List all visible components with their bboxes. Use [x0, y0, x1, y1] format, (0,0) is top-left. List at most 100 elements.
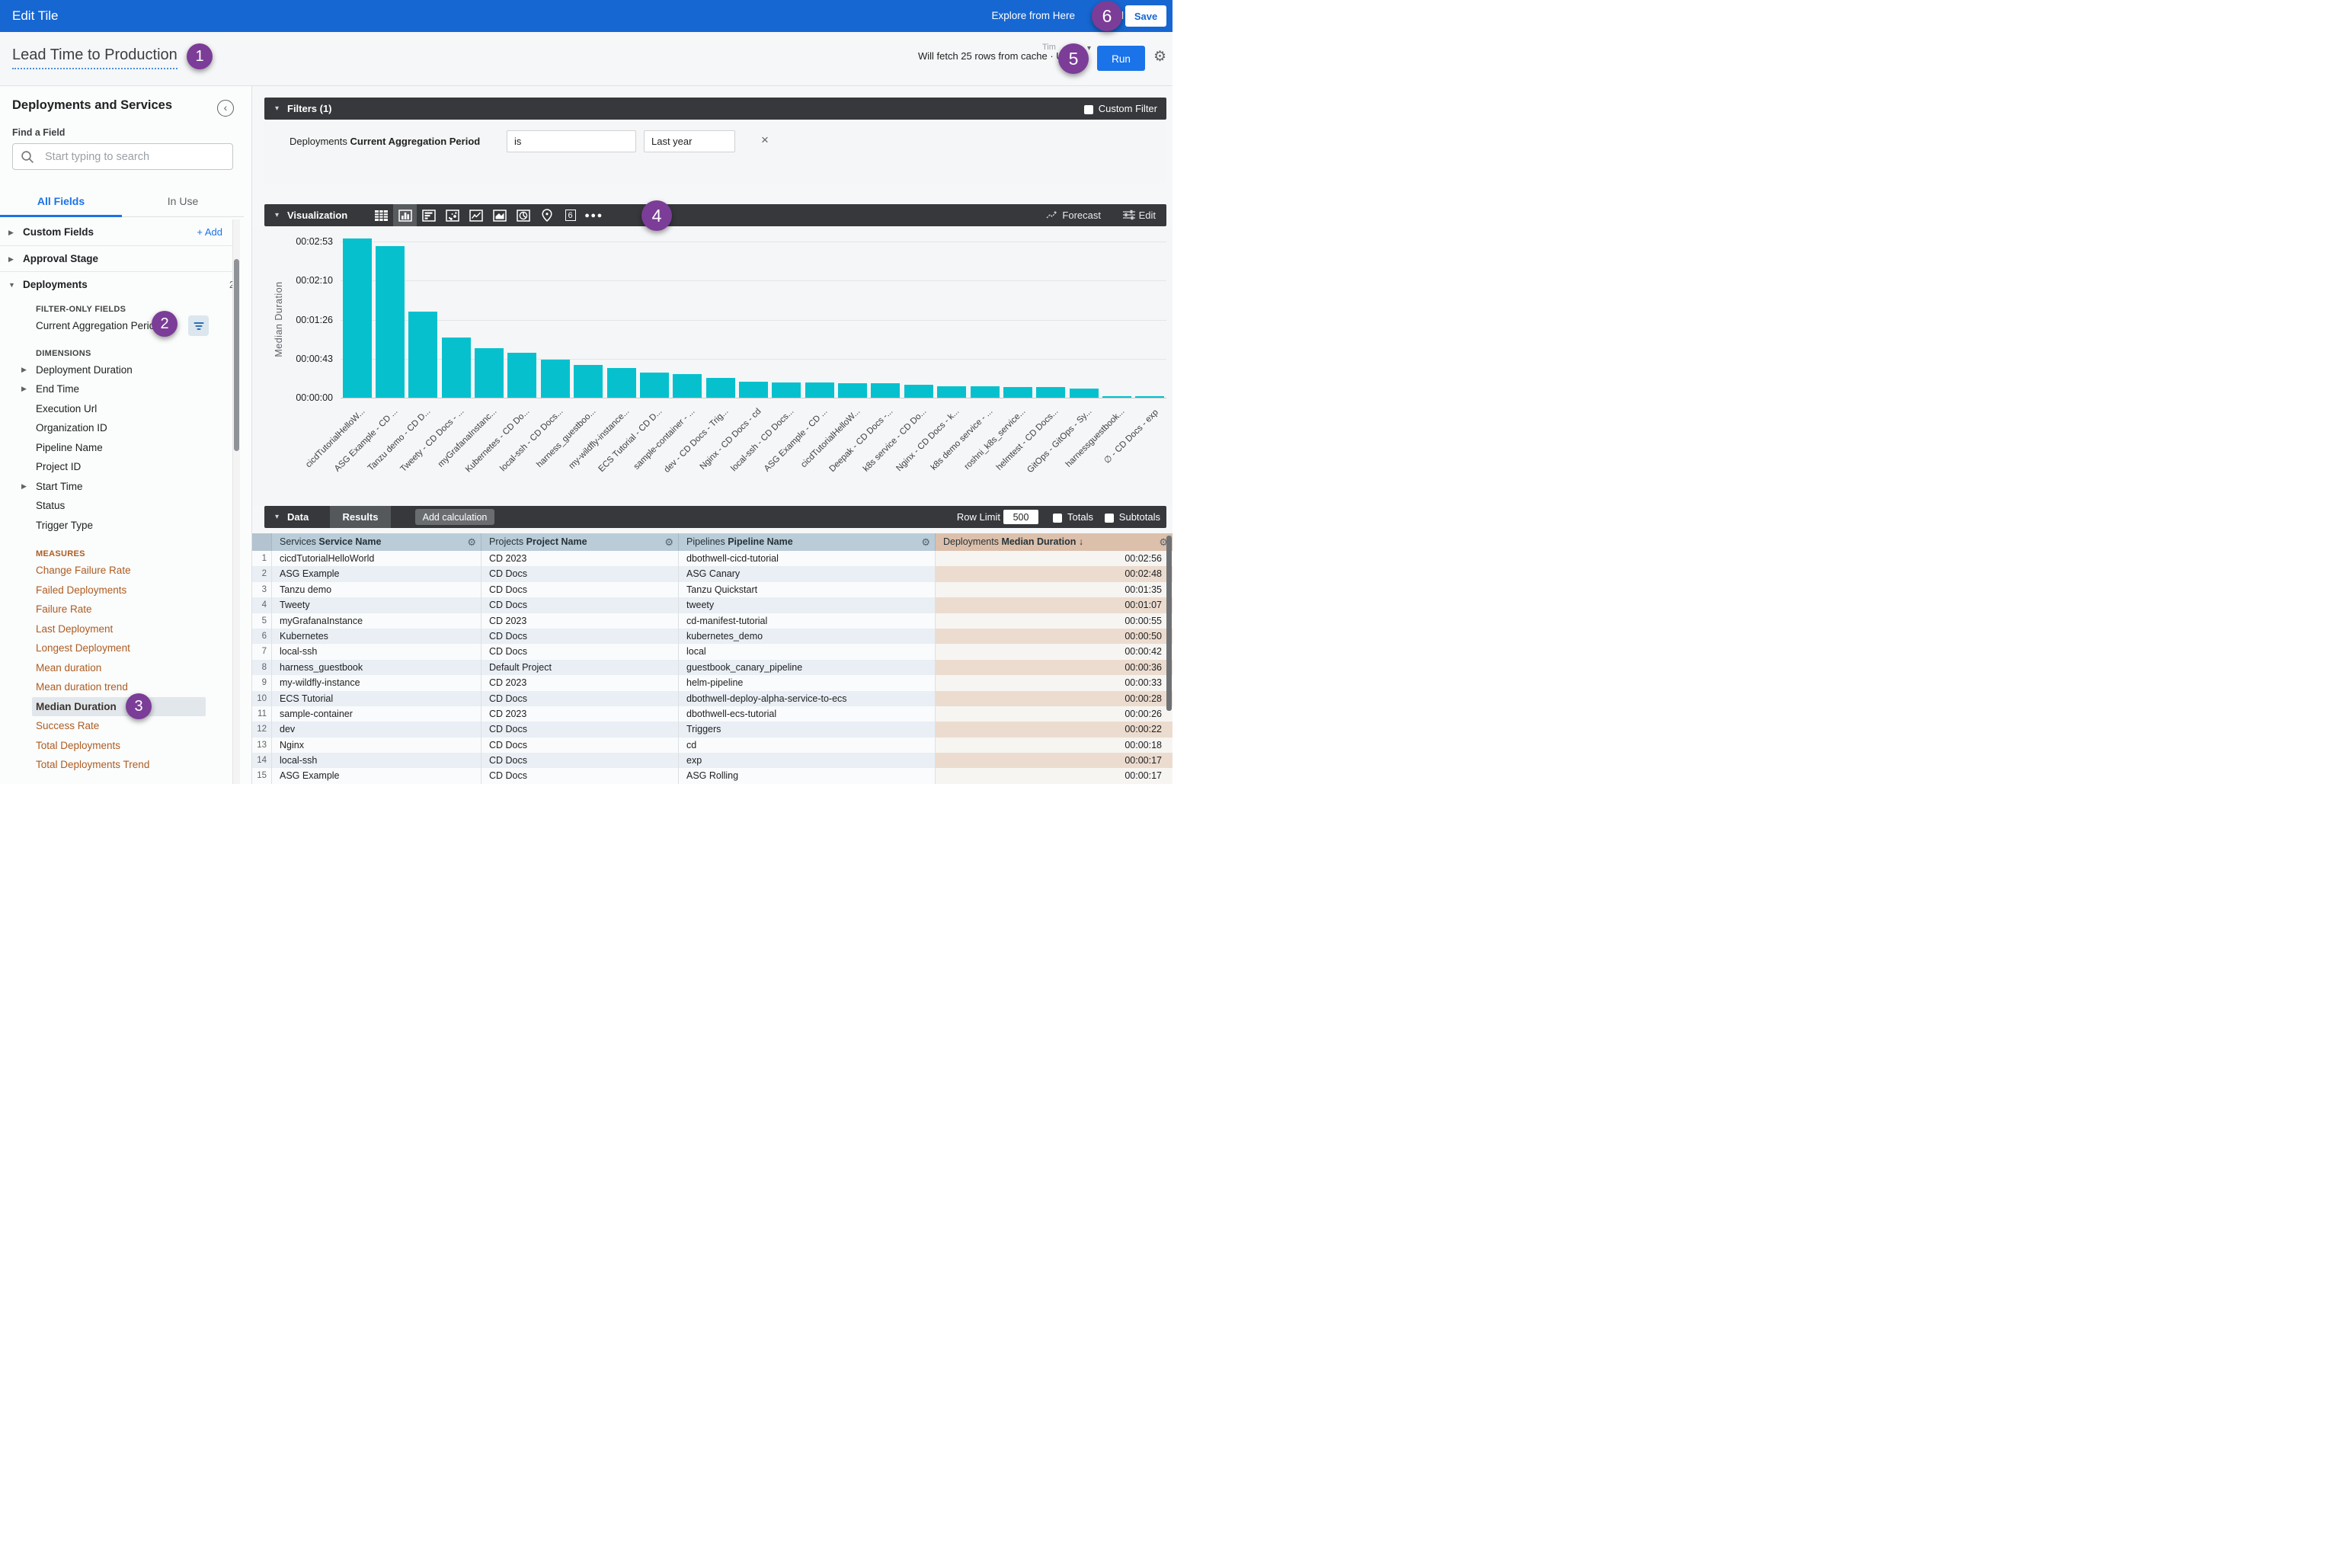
data-collapse-caret-icon[interactable]: ▾: [275, 506, 279, 528]
viz-pie-chart-icon[interactable]: [511, 204, 535, 226]
field-item-failed-deployments[interactable]: Failed Deployments: [0, 581, 233, 600]
field-item-organization-id[interactable]: Organization ID: [0, 418, 233, 438]
tab-all-fields[interactable]: All Fields: [0, 187, 122, 216]
results-tab[interactable]: Results: [330, 506, 391, 528]
custom-filter-toggle[interactable]: Custom Filter: [1084, 98, 1157, 120]
field-item-pipeline-name[interactable]: Pipeline Name: [0, 438, 233, 458]
caret-right-icon[interactable]: ▶: [8, 246, 14, 272]
field-item-median-duration[interactable]: Median Duration: [0, 697, 233, 717]
bar-nginx-cd-docs-k[interactable]: [937, 386, 966, 398]
bar-k8s-service-cd-do[interactable]: [904, 385, 933, 398]
filter-value-input[interactable]: [644, 130, 735, 152]
explore-from-here-link[interactable]: Explore from Here: [991, 0, 1075, 32]
bar-roshni-k8s-service[interactable]: [1003, 387, 1032, 398]
column-gear-icon[interactable]: ⚙: [921, 533, 930, 551]
bar-local-ssh-cd-docs[interactable]: [772, 382, 801, 398]
bar-ecs-tutorial-cd-d[interactable]: [640, 373, 669, 398]
bar-harness-guestboo[interactable]: [574, 365, 603, 398]
bar-gitops-gitops-sy[interactable]: [1070, 389, 1099, 398]
bar-dev-cd-docs-trig[interactable]: [706, 378, 735, 398]
settings-gear-icon[interactable]: ⚙: [1153, 48, 1166, 66]
field-item-mean-duration[interactable]: Mean duration: [0, 658, 233, 678]
field-item-mean-duration-trend[interactable]: Mean duration trend: [0, 677, 233, 697]
column-header-project-name[interactable]: Projects Project Name⚙: [481, 533, 679, 551]
filter-operator-input[interactable]: [507, 130, 636, 152]
viz-single-value-icon[interactable]: 6: [558, 204, 582, 226]
field-item-execution-url[interactable]: Execution Url: [0, 399, 233, 419]
field-item-failure-rate[interactable]: Failure Rate: [0, 600, 233, 619]
filters-section-bar[interactable]: ▾ Filters (1) Custom Filter: [264, 98, 1166, 120]
bar-cicdtutorialhellow[interactable]: [838, 383, 867, 398]
custom-filter-checkbox[interactable]: [1084, 105, 1093, 114]
tile-title-editable[interactable]: Lead Time to Production: [12, 46, 178, 69]
bar-k8s-demo-service[interactable]: [971, 386, 1000, 398]
field-item-deployment-duration[interactable]: ▶Deployment Duration: [0, 360, 233, 380]
forecast-button[interactable]: Forecast: [1045, 204, 1101, 226]
bar-mygrafanainstanc[interactable]: [475, 348, 504, 398]
sidebar-group-approval-stage[interactable]: ▶Approval Stage: [0, 245, 233, 271]
field-item-last-deployment[interactable]: Last Deployment: [0, 619, 233, 639]
column-gear-icon[interactable]: ⚙: [664, 533, 673, 551]
field-item-status[interactable]: Status: [0, 496, 233, 516]
field-item-success-rate[interactable]: Success Rate: [0, 716, 233, 736]
field-item-total-deployments[interactable]: Total Deployments: [0, 736, 233, 756]
field-item-longest-deployment[interactable]: Longest Deployment: [0, 638, 233, 658]
column-gear-icon[interactable]: ⚙: [467, 533, 476, 551]
bar-nginx-cd-docs-cd[interactable]: [739, 382, 768, 398]
bar-tweety-cd-docs[interactable]: [442, 338, 471, 398]
bar-kubernetes-cd-do[interactable]: [507, 353, 536, 398]
caret-right-icon[interactable]: ▶: [21, 477, 27, 497]
visualization-section-bar[interactable]: ▾ Visualization 6●●● Forecast Edit: [264, 204, 1166, 226]
field-item-current-aggregation-period[interactable]: Current Aggregation Period: [0, 316, 233, 336]
bar-cd-docs-exp[interactable]: [1135, 396, 1164, 398]
edit-visualization-button[interactable]: Edit: [1123, 204, 1156, 226]
table-scrollbar-thumb[interactable]: [1166, 536, 1172, 711]
field-search-input[interactable]: [43, 146, 226, 168]
totals-checkbox[interactable]: [1053, 514, 1062, 523]
run-button[interactable]: Run: [1097, 46, 1145, 71]
column-header-service-name[interactable]: Services Service Name⚙: [272, 533, 481, 551]
sidebar-group-custom-fields[interactable]: ▶Custom Fields+ Add: [0, 219, 233, 245]
sidebar-scrollbar[interactable]: [232, 219, 240, 784]
bar-my-wildfly-instance[interactable]: [607, 368, 636, 398]
column-header-pipeline-name[interactable]: Pipelines Pipeline Name⚙: [679, 533, 936, 551]
bar-local-ssh-cd-docs[interactable]: [541, 360, 570, 398]
save-button[interactable]: Save: [1125, 5, 1166, 27]
filter-by-field-button[interactable]: [188, 315, 209, 336]
viz-map-pin-icon[interactable]: [535, 204, 558, 226]
collapse-sidebar-icon[interactable]: ‹: [217, 100, 234, 117]
sidebar-group-deployments[interactable]: ▼Deployments2: [0, 271, 233, 297]
add-custom-field-link[interactable]: + Add: [197, 219, 222, 245]
row-limit-input[interactable]: [1003, 510, 1038, 524]
column-header-median-duration[interactable]: Deployments Median Duration ↓⚙: [936, 533, 1172, 551]
viz-line-chart-icon[interactable]: [464, 204, 488, 226]
caret-right-icon[interactable]: ▶: [8, 219, 14, 245]
bar-helmtest-cd-docs[interactable]: [1036, 387, 1065, 398]
visualization-collapse-caret-icon[interactable]: ▾: [275, 204, 279, 226]
bar-sample-container[interactable]: [673, 374, 702, 398]
field-item-end-time[interactable]: ▶End Time: [0, 379, 233, 399]
caret-right-icon[interactable]: ▶: [21, 379, 27, 399]
viz-more-icon[interactable]: ●●●: [582, 204, 606, 226]
viz-area-chart-icon[interactable]: [488, 204, 511, 226]
bar-deepak-cd-docs[interactable]: [871, 383, 900, 398]
subtotals-checkbox[interactable]: [1105, 514, 1114, 523]
viz-bar-chart-icon[interactable]: [417, 204, 440, 226]
subtotals-toggle[interactable]: Subtotals: [1105, 506, 1160, 528]
viz-table-icon[interactable]: [370, 204, 393, 226]
field-item-total-deployments-trend[interactable]: Total Deployments Trend: [0, 755, 233, 775]
viz-scatter-icon[interactable]: [440, 204, 464, 226]
add-calculation-button[interactable]: Add calculation: [415, 509, 494, 525]
sidebar-scrollbar-thumb[interactable]: [234, 259, 239, 451]
data-section-bar[interactable]: ▾ Data Results Add calculation Row Limit…: [264, 506, 1166, 528]
totals-toggle[interactable]: Totals: [1053, 506, 1093, 528]
viz-column-chart-icon[interactable]: [393, 204, 417, 226]
timezone-chevron-down-icon[interactable]: ▾: [1087, 44, 1091, 53]
bar-asg-example-cd[interactable]: [805, 382, 834, 398]
filters-collapse-caret-icon[interactable]: ▾: [275, 98, 279, 120]
bar-asg-example-cd[interactable]: [376, 246, 405, 398]
caret-down-icon[interactable]: ▼: [8, 272, 15, 298]
bar-harnessguestbook[interactable]: [1102, 396, 1131, 398]
field-item-trigger-type[interactable]: Trigger Type: [0, 516, 233, 536]
field-item-start-time[interactable]: ▶Start Time: [0, 477, 233, 497]
